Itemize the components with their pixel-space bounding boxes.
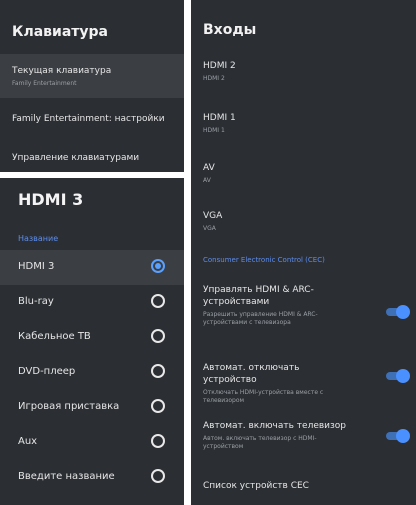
option-label: Кабельное ТВ [18, 331, 91, 342]
option-label: Игровая приставка [18, 401, 120, 412]
input-label: HDMI 1 [203, 113, 236, 123]
input-av[interactable]: AV AV [203, 162, 408, 185]
input-hdmi1[interactable]: HDMI 1 HDMI 1 [203, 112, 408, 135]
toggle-label: Автомат. включать телевизор [203, 421, 347, 431]
radio-selected-icon[interactable] [151, 259, 165, 273]
option-game-console[interactable]: Игровая приставка [0, 390, 184, 425]
radio-icon[interactable] [151, 294, 165, 308]
cec-section-header: Consumer Electronic Control (CEC) [203, 256, 325, 264]
toggle-label: Автомат. отключать устройство [203, 363, 300, 385]
option-label: HDMI 3 [18, 261, 55, 272]
toggle-description: Разрешить управление HDMI & ARC-устройст… [203, 311, 318, 326]
option-custom-name[interactable]: Введите название [0, 460, 184, 495]
option-dvd-player[interactable]: DVD-плеер [0, 355, 184, 390]
input-hdmi2[interactable]: HDMI 2 HDMI 2 [203, 60, 408, 83]
keyboard-settings-item[interactable]: Family Entertainment: настройки [0, 98, 184, 138]
name-category-header: Название [18, 234, 59, 243]
radio-icon[interactable] [151, 399, 165, 413]
inputs-panel: Входы HDMI 2 HDMI 2 HDMI 1 HDMI 1 AV AV … [191, 0, 416, 505]
input-sublabel: HDMI 1 [203, 127, 225, 134]
manage-keyboards-label: Управление клавиатурами [12, 153, 140, 163]
option-label: Aux [18, 436, 38, 447]
input-label: AV [203, 163, 215, 173]
hdmi3-title: HDMI 3 [18, 190, 84, 209]
current-keyboard-value: Family Entertainment [12, 80, 77, 87]
input-sublabel: HDMI 2 [203, 75, 225, 82]
toggle-row-hdmi-arc-control[interactable]: Управлять HDMI & ARC-устройствами Разреш… [203, 284, 410, 327]
keyboard-settings-label: Family Entertainment: настройки [12, 114, 165, 124]
current-keyboard-item[interactable]: Текущая клавиатура Family Entertainment [0, 54, 184, 98]
input-vga[interactable]: VGA VGA [203, 210, 408, 233]
inputs-title: Входы [203, 22, 257, 38]
radio-icon[interactable] [151, 329, 165, 343]
cec-device-list-label: Список устройств CEC [203, 481, 309, 491]
option-label: Введите название [18, 471, 115, 482]
option-label: DVD-плеер [18, 366, 76, 377]
toggle-description: Автом. включать телевизор с HDMI-устройс… [203, 435, 317, 450]
radio-icon[interactable] [151, 469, 165, 483]
input-label: HDMI 2 [203, 61, 236, 71]
keyboard-title: Клавиатура [12, 24, 108, 40]
current-keyboard-label: Текущая клавиатура [12, 66, 112, 76]
option-label: Blu-ray [18, 296, 54, 307]
toggle-description: Отключать HDMI-устройства вместе с телев… [203, 389, 324, 404]
input-sublabel: AV [203, 177, 211, 184]
input-sublabel: VGA [203, 225, 216, 232]
hdmi-arc-control-switch[interactable] [386, 305, 410, 319]
cec-device-list-item[interactable]: Список устройств CEC [203, 480, 408, 492]
radio-icon[interactable] [151, 364, 165, 378]
toggle-row-auto-tv-on[interactable]: Автомат. включать телевизор Автом. включ… [203, 420, 410, 451]
auto-device-off-switch[interactable] [386, 369, 410, 383]
keyboard-panel: Клавиатура Текущая клавиатура Family Ent… [0, 0, 184, 172]
hdmi3-panel: HDMI 3 Название HDMI 3 Blu-ray Кабельное… [0, 178, 184, 505]
radio-icon[interactable] [151, 434, 165, 448]
toggle-label: Управлять HDMI & ARC-устройствами [203, 285, 314, 307]
manage-keyboards-item[interactable]: Управление клавиатурами [0, 138, 184, 172]
option-aux[interactable]: Aux [0, 425, 184, 460]
input-label: VGA [203, 211, 223, 221]
auto-tv-on-switch[interactable] [386, 429, 410, 443]
toggle-row-auto-device-off[interactable]: Автомат. отключать устройство Отключать … [203, 362, 410, 405]
option-hdmi3[interactable]: HDMI 3 [0, 250, 184, 285]
option-bluray[interactable]: Blu-ray [0, 285, 184, 320]
option-cable-tv[interactable]: Кабельное ТВ [0, 320, 184, 355]
